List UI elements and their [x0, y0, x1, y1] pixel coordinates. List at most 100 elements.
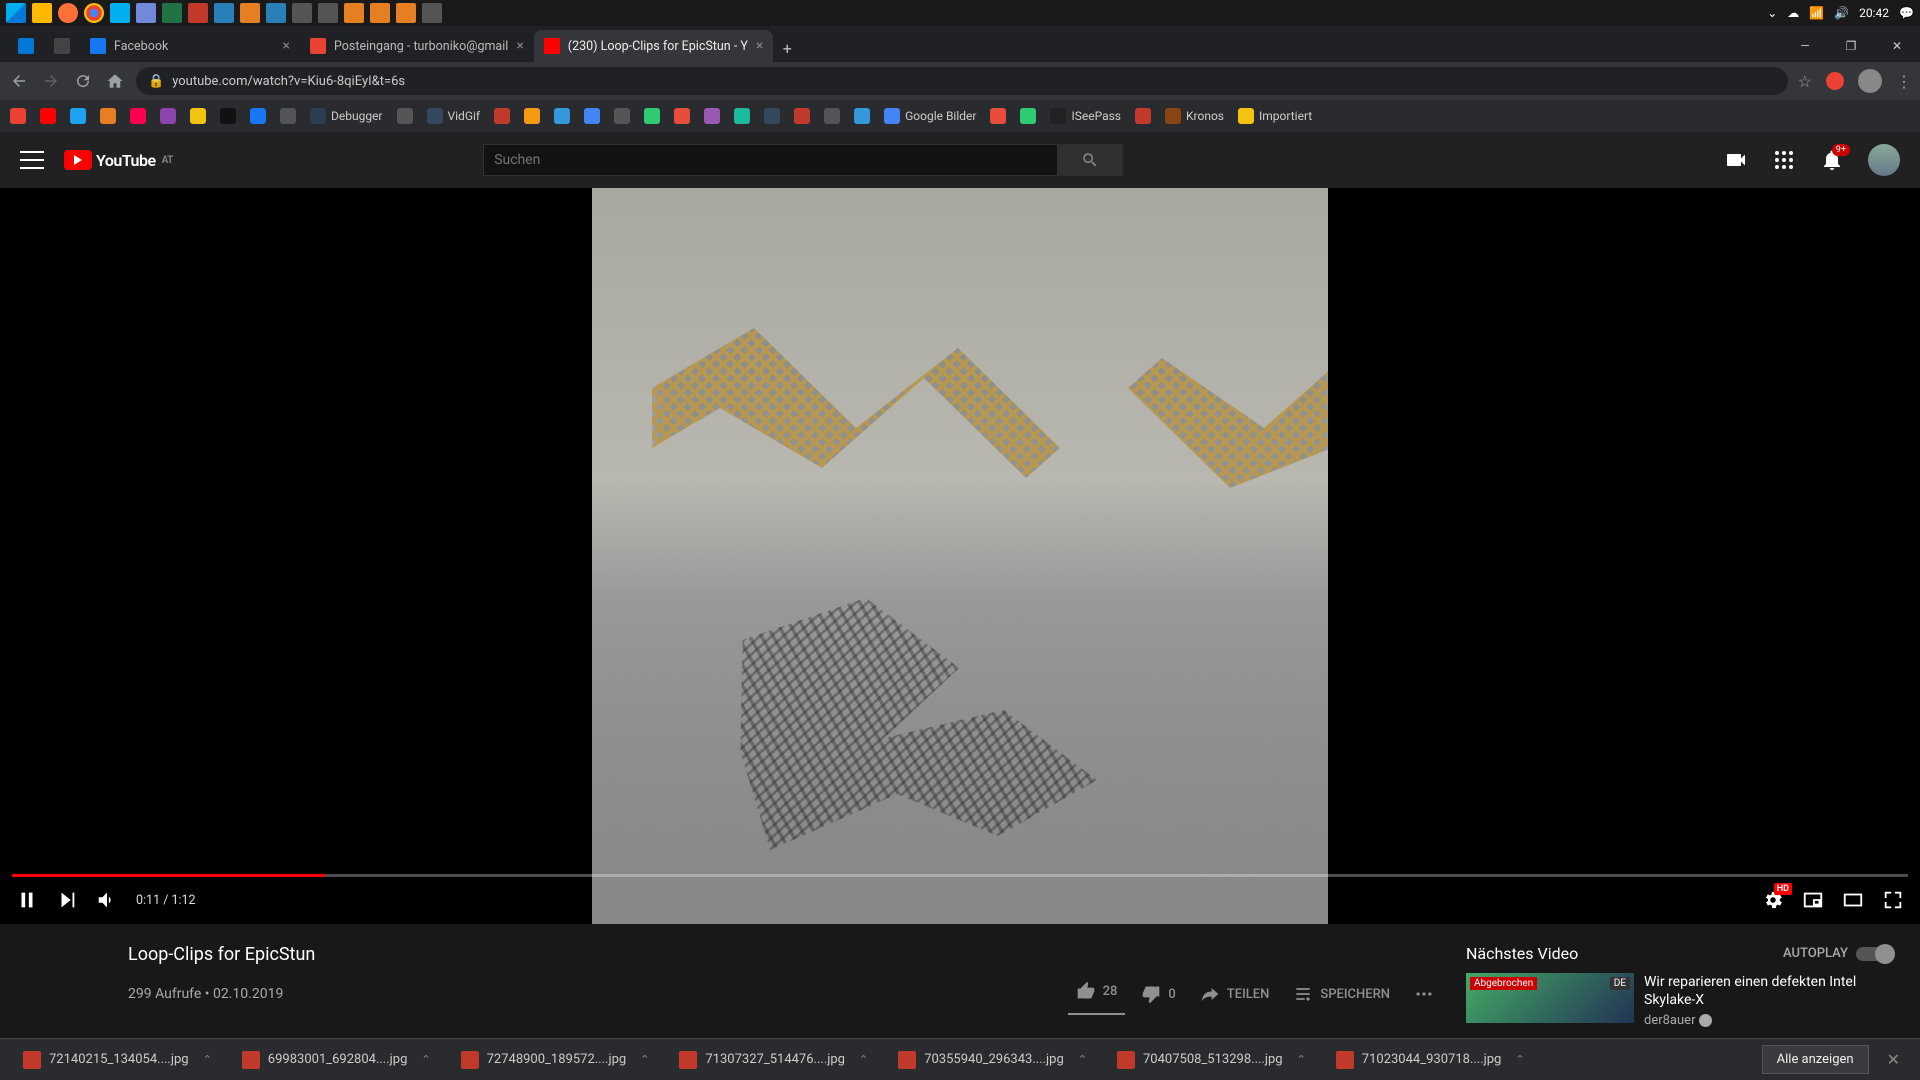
maximize-button[interactable]: ❐ [1828, 30, 1874, 62]
close-icon[interactable]: × [756, 38, 763, 54]
wifi-icon[interactable]: 📶 [1809, 6, 1824, 20]
chevron-up-icon[interactable]: ⌃ [859, 1053, 868, 1066]
bookmark-item[interactable]: Kronos [1165, 108, 1224, 124]
bookmark-item[interactable] [100, 108, 116, 124]
create-video-button[interactable] [1724, 148, 1748, 172]
bookmark-item[interactable] [674, 108, 690, 124]
bookmark-item[interactable] [584, 108, 600, 124]
bookmark-item[interactable] [250, 108, 266, 124]
account-avatar[interactable] [1868, 144, 1900, 176]
save-button[interactable]: SPEICHERN [1285, 976, 1398, 1012]
pause-button[interactable] [16, 889, 38, 911]
bookmark-item[interactable] [280, 108, 296, 124]
chevron-up-icon[interactable]: ⌃ [1297, 1053, 1306, 1066]
forward-button[interactable] [40, 70, 62, 92]
minimize-button[interactable]: ― [1782, 30, 1828, 62]
url-input[interactable]: 🔒 youtube.com/watch?v=Kiu6-8qiEyI&t=6s [136, 67, 1788, 95]
browser-tab-gmail[interactable]: Posteingang - turboniko@gmail × [300, 30, 534, 62]
app-icon[interactable] [344, 3, 364, 23]
miniplayer-button[interactable] [1802, 889, 1824, 911]
apps-button[interactable] [1772, 148, 1796, 172]
bookmark-item[interactable]: Importiert [1238, 108, 1312, 124]
bookmark-item[interactable] [494, 108, 510, 124]
browser-tab-youtube[interactable]: (230) Loop-Clips for EpicStun - Y × [534, 30, 774, 62]
star-icon[interactable]: ☆ [1798, 72, 1812, 91]
new-tab-button[interactable]: + [773, 34, 801, 62]
home-button[interactable] [104, 70, 126, 92]
hamburger-menu-button[interactable] [20, 148, 44, 172]
bookmark-item[interactable] [614, 108, 630, 124]
more-button[interactable] [1406, 976, 1442, 1012]
download-item[interactable]: 69983001_692804....jpg⌃ [231, 1044, 442, 1076]
browser-tab-facebook[interactable]: Facebook × [80, 30, 300, 62]
share-button[interactable]: TEILEN [1192, 976, 1278, 1012]
app-icon[interactable] [214, 3, 234, 23]
chevron-up-icon[interactable]: ⌃ [1078, 1053, 1087, 1066]
browser-tab[interactable] [8, 30, 44, 62]
back-button[interactable] [8, 70, 30, 92]
search-button[interactable] [1058, 144, 1123, 176]
extension-icon[interactable] [1826, 72, 1844, 90]
show-all-downloads-button[interactable]: Alle anzeigen [1762, 1045, 1869, 1074]
chevron-up-icon[interactable]: ⌃ [1515, 1053, 1524, 1066]
browser-tab[interactable] [44, 30, 80, 62]
bookmark-item[interactable] [1020, 108, 1036, 124]
explorer-icon[interactable] [32, 3, 52, 23]
like-button[interactable]: 28 [1068, 973, 1126, 1015]
bookmark-item[interactable] [554, 108, 570, 124]
dislike-button[interactable]: 0 [1133, 976, 1183, 1012]
excel-icon[interactable] [162, 3, 182, 23]
chevron-up-icon[interactable]: ⌃ [203, 1053, 212, 1066]
notifications-button[interactable]: 9+ [1820, 148, 1844, 172]
close-button[interactable]: ✕ [1874, 30, 1920, 62]
close-icon[interactable]: × [516, 38, 523, 54]
bookmark-item[interactable] [220, 108, 236, 124]
bookmark-item[interactable]: ISeePass [1050, 108, 1121, 124]
volume-button[interactable] [96, 889, 118, 911]
firefox-icon[interactable] [58, 3, 78, 23]
chrome-icon[interactable] [84, 3, 104, 23]
bookmark-item[interactable] [397, 108, 413, 124]
skype-icon[interactable] [110, 3, 130, 23]
youtube-logo[interactable]: YouTube AT [64, 150, 173, 170]
bookmark-item[interactable] [70, 108, 86, 124]
chevron-up-icon[interactable]: ⌃ [421, 1053, 430, 1066]
bookmark-item[interactable] [824, 108, 840, 124]
menu-button[interactable]: ⋮ [1896, 72, 1912, 91]
app-icon[interactable] [292, 3, 312, 23]
discord-icon[interactable] [136, 3, 156, 23]
bookmark-item[interactable] [1135, 108, 1151, 124]
theater-button[interactable] [1842, 889, 1864, 911]
download-item[interactable]: 72140215_134054....jpg⌃ [12, 1044, 223, 1076]
bookmark-item[interactable] [854, 108, 870, 124]
start-icon[interactable] [6, 3, 26, 23]
download-item[interactable]: 72748900_189572....jpg⌃ [450, 1044, 661, 1076]
download-item[interactable]: 70407508_513298....jpg⌃ [1106, 1044, 1317, 1076]
bookmark-item[interactable] [190, 108, 206, 124]
bookmark-item[interactable] [160, 108, 176, 124]
bookmark-item[interactable] [40, 108, 56, 124]
download-item[interactable]: 70355940_296343....jpg⌃ [887, 1044, 1098, 1076]
fullscreen-button[interactable] [1882, 889, 1904, 911]
close-icon[interactable]: × [283, 38, 290, 54]
bookmark-item[interactable] [644, 108, 660, 124]
sound-icon[interactable]: 🔊 [1834, 6, 1849, 20]
bookmark-item[interactable]: VidGif [427, 108, 481, 124]
app-icon[interactable] [318, 3, 338, 23]
close-downloads-button[interactable]: ✕ [1879, 1050, 1908, 1069]
bookmark-item[interactable]: Debugger [310, 108, 383, 124]
next-button[interactable] [56, 889, 78, 911]
recommended-video[interactable]: Abgebrochen DE Wir reparieren einen defe… [1466, 973, 1892, 1028]
cloud-icon[interactable]: ☁ [1787, 6, 1799, 20]
clock[interactable]: 20:42 [1859, 6, 1889, 20]
bookmark-item[interactable] [704, 108, 720, 124]
bookmark-item[interactable] [524, 108, 540, 124]
bookmark-item[interactable] [794, 108, 810, 124]
settings-button[interactable]: HD [1762, 889, 1784, 911]
download-item[interactable]: 71307327_514476....jpg⌃ [668, 1044, 879, 1076]
tray-chevron-icon[interactable]: ⌄ [1767, 6, 1777, 20]
download-item[interactable]: 71023044_930718....jpg⌃ [1325, 1044, 1536, 1076]
bookmark-item[interactable] [130, 108, 146, 124]
bookmark-item[interactable] [764, 108, 780, 124]
video-player[interactable]: 0:11 / 1:12 HD [0, 188, 1920, 924]
